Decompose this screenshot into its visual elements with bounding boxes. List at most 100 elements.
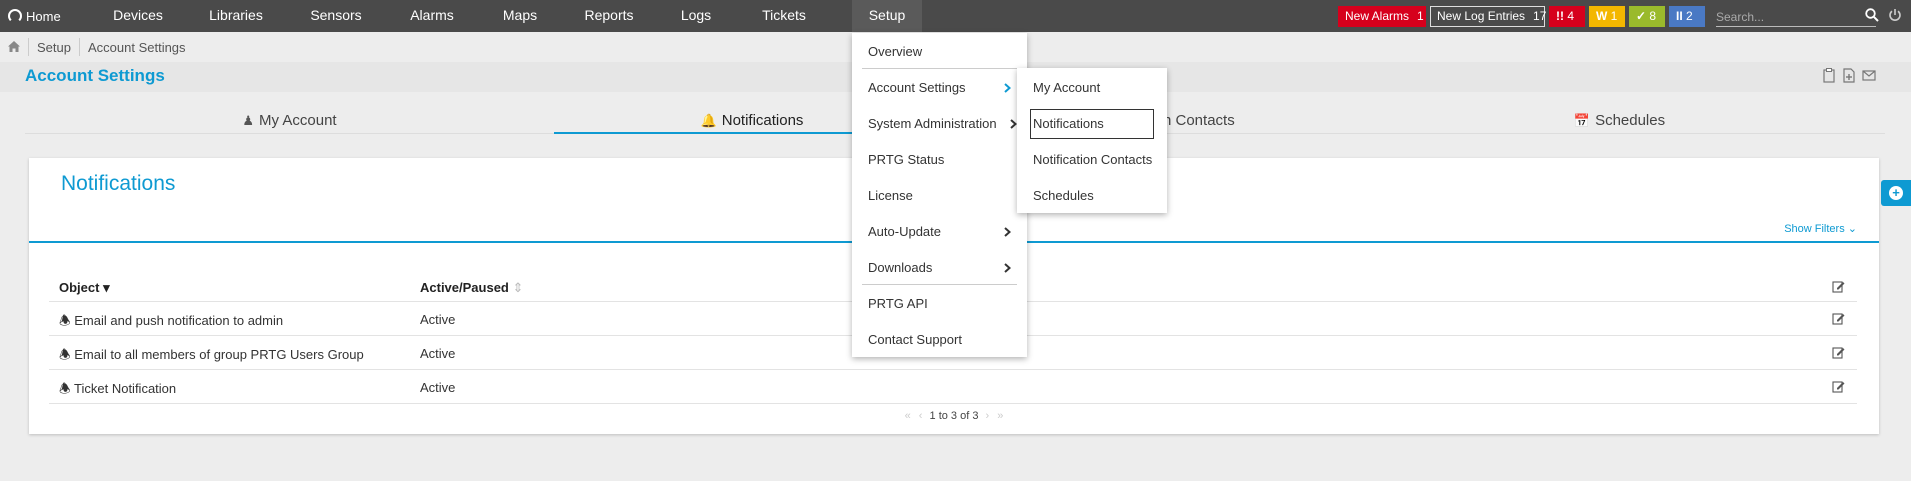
new-alarms-badge[interactable]: New Alarms 1 <box>1338 6 1426 27</box>
menu-account-settings[interactable]: Account Settings <box>868 78 966 98</box>
edit-icon[interactable] <box>1832 380 1845 393</box>
submenu-my-account[interactable]: My Account <box>1033 78 1100 98</box>
nav-tickets[interactable]: Tickets <box>750 0 818 32</box>
pager-range: 1 to 3 of 3 <box>929 410 979 422</box>
paused-sensors-badge[interactable]: II 2 <box>1669 6 1705 27</box>
last-page-icon[interactable]: » <box>997 410 1003 422</box>
first-page-icon[interactable]: « <box>905 410 911 422</box>
notification-status: Active <box>420 312 456 327</box>
breadcrumb-account-settings[interactable]: Account Settings <box>80 40 194 55</box>
notification-status: Active <box>420 380 456 395</box>
show-filters-link[interactable]: Show Filters ⌄ <box>1784 222 1857 235</box>
prtg-logo-icon <box>8 9 22 23</box>
chevron-right-icon <box>1010 119 1017 129</box>
menu-license[interactable]: License <box>868 186 913 206</box>
chevron-right-icon <box>1004 227 1011 237</box>
edit-icon[interactable] <box>1832 280 1845 293</box>
user-icon: ♟ <box>242 113 255 128</box>
menu-separator <box>862 68 1017 69</box>
notification-name: Email and push notification to admin <box>74 313 284 328</box>
setup-menu: Overview Account Settings System Adminis… <box>852 33 1027 357</box>
prev-page-icon[interactable]: ‹ <box>919 410 923 422</box>
search-input[interactable] <box>1716 7 1876 27</box>
menu-downloads[interactable]: Downloads <box>868 258 932 278</box>
clipboard-icon[interactable] <box>1822 68 1836 83</box>
nav-setup[interactable]: Setup <box>852 0 922 32</box>
sort-icon: ⇕ <box>512 280 524 295</box>
new-alarms-count: 1 <box>1417 9 1424 23</box>
chevron-down-icon: ⌄ <box>1847 223 1857 235</box>
notification-name: Ticket Notification <box>74 381 177 396</box>
tab-my-account-label: My Account <box>259 112 337 129</box>
submenu-notifications[interactable]: Notifications <box>1030 109 1154 139</box>
home-link[interactable]: Home <box>8 0 61 32</box>
menu-prtg-api[interactable]: PRTG API <box>868 294 928 314</box>
column-active-paused-header[interactable]: Active/Paused ⇕ <box>420 280 523 296</box>
menu-prtg-status[interactable]: PRTG Status <box>868 150 944 170</box>
account-settings-submenu: My Account Notifications Notification Co… <box>1017 68 1167 213</box>
down-sensors-badge[interactable]: !! 4 <box>1549 6 1585 27</box>
menu-auto-update[interactable]: Auto-Update <box>868 222 941 242</box>
down-count: 4 <box>1567 9 1575 23</box>
nav-sensors[interactable]: Sensors <box>302 0 370 32</box>
menu-contact-support[interactable]: Contact Support <box>868 330 962 350</box>
tab-notification-contacts-label: n Contacts <box>1163 112 1235 129</box>
add-document-icon[interactable] <box>1842 68 1856 83</box>
warning-sensors-badge[interactable]: W 1 <box>1589 6 1625 27</box>
home-label: Home <box>26 8 61 24</box>
tab-schedules-label: Schedules <box>1595 112 1666 129</box>
breadcrumb-setup[interactable]: Setup <box>29 40 79 55</box>
new-log-entries-count: 17 <box>1533 9 1547 23</box>
bell-icon: 🔔 <box>700 113 717 128</box>
warning-icon: W <box>1596 9 1608 23</box>
notification-name: Email to all members of group PRTG Users… <box>74 347 364 362</box>
menu-system-administration[interactable]: System Administration <box>868 114 997 134</box>
new-alarms-label: New Alarms <box>1345 9 1410 23</box>
notification-status: Active <box>420 346 456 361</box>
plus-icon: + <box>1889 186 1903 200</box>
nav-reports[interactable]: Reports <box>575 0 643 32</box>
email-icon[interactable] <box>1862 68 1876 83</box>
check-icon: ✓ <box>1636 9 1647 23</box>
down-icon: !! <box>1556 9 1564 23</box>
bell-outline-icon: 🕭 <box>59 313 71 328</box>
column-object-header[interactable]: Object ▾ <box>59 280 110 296</box>
nav-libraries[interactable]: Libraries <box>202 0 270 32</box>
nav-logs[interactable]: Logs <box>662 0 730 32</box>
up-count: 8 <box>1649 9 1657 23</box>
new-log-entries-badge[interactable]: New Log Entries 17 <box>1430 6 1547 27</box>
nav-devices[interactable]: Devices <box>104 0 172 32</box>
next-page-icon[interactable]: › <box>986 410 990 422</box>
warning-count: 1 <box>1610 9 1618 23</box>
calendar-icon: 📅 <box>1573 113 1591 128</box>
nav-alarms[interactable]: Alarms <box>398 0 466 32</box>
breadcrumb-home-icon[interactable] <box>0 40 28 55</box>
bell-outline-icon: 🕭 <box>59 347 71 362</box>
tab-schedules[interactable]: 📅 Schedules <box>1355 112 1884 134</box>
bell-outline-icon: 🕭 <box>59 381 71 396</box>
nav-maps[interactable]: Maps <box>486 0 554 32</box>
submenu-schedules[interactable]: Schedules <box>1033 186 1094 206</box>
edit-icon[interactable] <box>1832 346 1845 359</box>
logout-power-icon[interactable] <box>1888 8 1902 22</box>
chevron-right-icon <box>1004 83 1011 93</box>
tab-notifications-label: Notifications <box>721 112 804 129</box>
search-icon[interactable] <box>1865 8 1879 22</box>
submenu-notification-contacts[interactable]: Notification Contacts <box>1033 150 1152 170</box>
page-title: Account Settings <box>25 66 165 85</box>
menu-overview[interactable]: Overview <box>868 42 922 62</box>
edit-icon[interactable] <box>1832 312 1845 325</box>
chevron-right-icon <box>1004 263 1011 273</box>
breadcrumb: Setup Account Settings <box>0 36 194 58</box>
menu-separator <box>862 284 1017 285</box>
table-row[interactable]: 🕭 Ticket Notification Active <box>49 370 1857 404</box>
pause-icon: II <box>1676 9 1683 23</box>
tab-my-account[interactable]: ♟ My Account <box>25 112 554 134</box>
add-button[interactable]: + <box>1881 180 1911 206</box>
up-sensors-badge[interactable]: ✓ 8 <box>1629 6 1665 27</box>
top-nav-bar: Home Devices Libraries Sensors Alarms Ma… <box>0 0 1911 32</box>
paused-count: 2 <box>1686 9 1693 23</box>
tab-notification-contacts[interactable]: n Contacts <box>1163 112 1283 134</box>
new-log-entries-label: New Log Entries <box>1437 9 1526 23</box>
panel-title: Notifications <box>61 172 176 195</box>
